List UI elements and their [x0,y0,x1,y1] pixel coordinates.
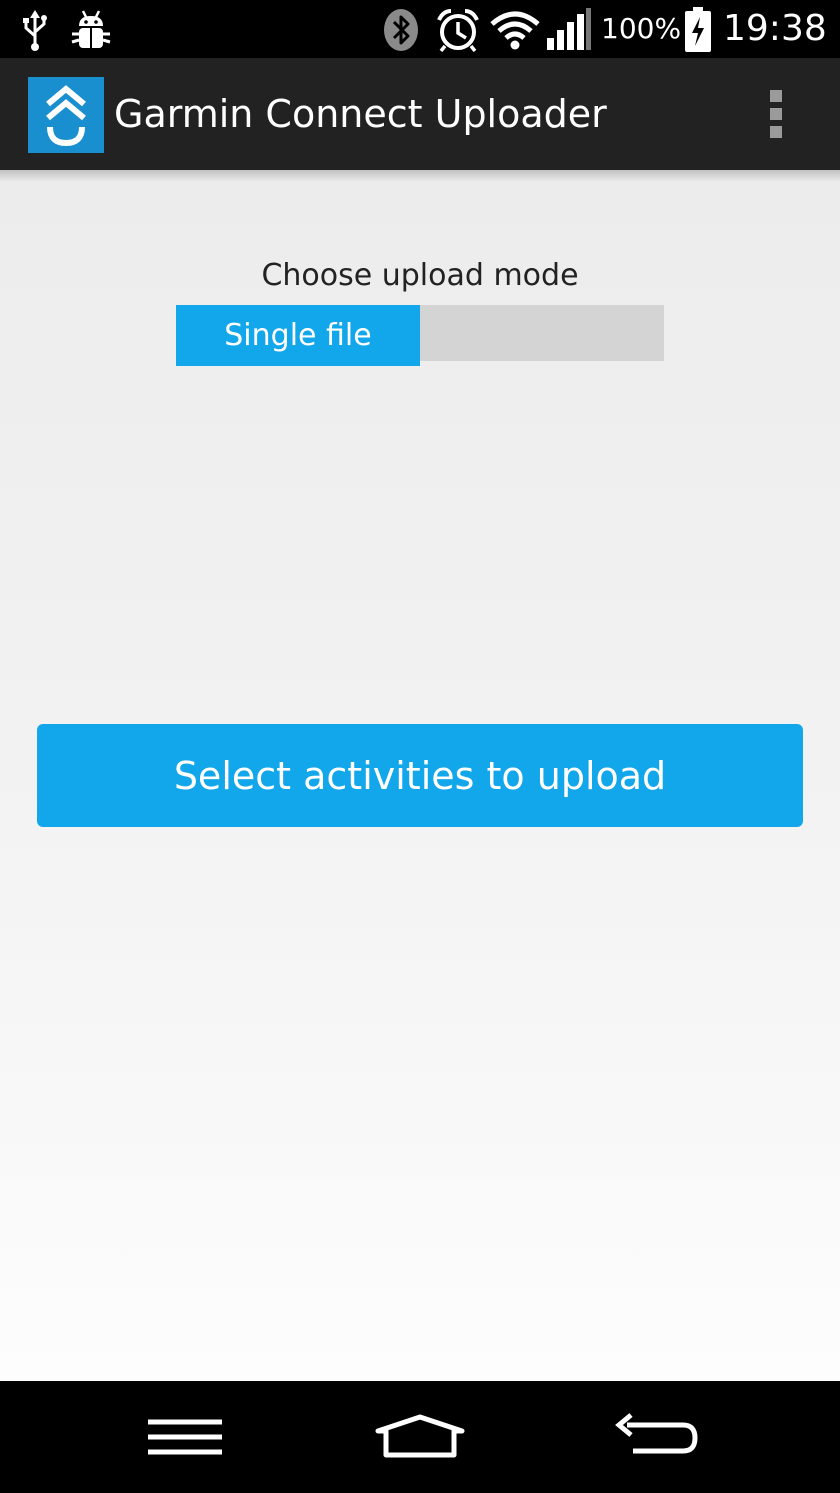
wifi-icon [489,8,541,52]
main-content: Choose upload mode Single file Select ac… [0,170,840,1381]
bluetooth-icon [383,8,419,52]
app-title: Garmin Connect Uploader [114,92,607,136]
back-icon[interactable] [607,1407,707,1467]
action-bar: Garmin Connect Uploader [0,58,840,170]
upload-mode-toggle[interactable]: Single file [176,305,664,366]
action-bar-shadow [0,170,840,182]
home-icon[interactable] [370,1407,470,1467]
usb-icon [20,8,50,52]
clock: 19:38 [723,8,827,49]
select-activities-button[interactable]: Select activities to upload [37,724,803,827]
battery-charging-icon [683,7,713,52]
signal-icon [546,8,592,52]
status-bar: 100% 19:38 [0,0,840,58]
battery-percent: 100% [601,12,682,45]
menu-icon[interactable] [135,1407,235,1467]
app-logo-icon[interactable] [28,77,104,153]
upload-mode-label: Choose upload mode [261,258,579,293]
overflow-menu-icon[interactable] [764,90,788,142]
upload-mode-toggle-track[interactable] [420,305,664,361]
android-debug-icon [70,8,112,52]
alarm-icon [435,8,481,52]
upload-mode-selected-option[interactable]: Single file [176,305,420,366]
navigation-bar [0,1381,840,1493]
